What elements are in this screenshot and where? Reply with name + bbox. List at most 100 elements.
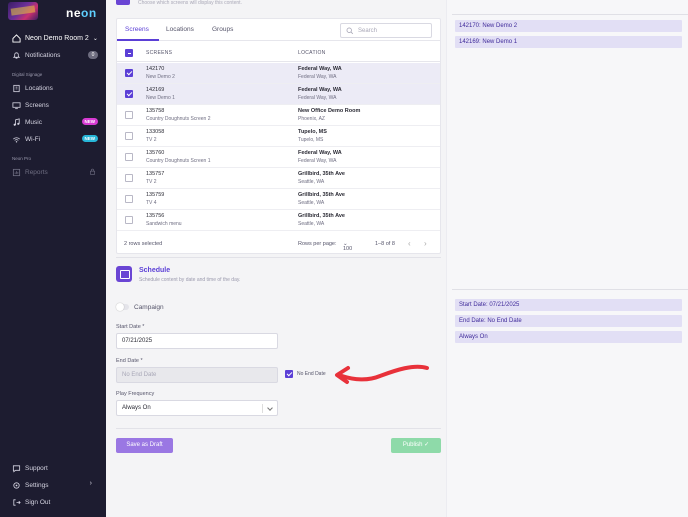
play-frequency-label: Play Frequency	[116, 391, 155, 397]
table-row[interactable]: 135760 Country Doughnuts Screen 1 Federa…	[117, 147, 440, 168]
publish-button[interactable]: Publish ✓	[391, 438, 441, 453]
sidebar-item-wifi[interactable]: Wi-Fi NEW	[12, 133, 100, 145]
actions-divider	[116, 428, 441, 429]
campaign-toggle[interactable]	[116, 303, 129, 311]
play-frequency-select[interactable]: Always On	[116, 400, 278, 416]
rows-per-page-select[interactable]: 100 ⌄	[343, 241, 352, 252]
end-date-label: End Date *	[116, 358, 143, 364]
annotation-arrow-icon	[335, 364, 429, 384]
prev-page-button[interactable]: ‹	[408, 239, 411, 248]
gear-icon	[13, 481, 20, 489]
row-checkbox[interactable]	[125, 153, 133, 161]
select-all-checkbox[interactable]	[125, 49, 133, 57]
row-checkbox[interactable]	[125, 111, 133, 119]
sidebar-item-label: Sign Out	[25, 498, 51, 506]
screens-step-caption: Choose which screens will display this c…	[138, 0, 242, 6]
bell-icon	[12, 51, 21, 59]
chat-icon	[12, 464, 21, 472]
table-row[interactable]: 142170 New Demo 2 Federal Way, WA Federa…	[117, 63, 440, 84]
save-draft-button[interactable]: Save as Draft	[116, 438, 173, 453]
sidebar-item-reports[interactable]: Reports	[12, 166, 100, 178]
no-end-date-checkbox[interactable]	[285, 370, 293, 378]
location-address: Phoenix, AZ	[298, 116, 325, 122]
screen-id: 135756	[146, 213, 165, 219]
row-checkbox[interactable]	[125, 132, 133, 140]
chevron-down-icon: ⌄	[92, 35, 98, 42]
sidebar-item-signout[interactable]: Sign Out	[12, 496, 100, 508]
table-row[interactable]: 133058 TV 2 Tupelo, MS Tupelo, MS	[117, 126, 440, 147]
rows-per-page-value: 100	[343, 246, 353, 252]
campaign-label: Campaign	[134, 304, 164, 311]
row-checkbox[interactable]	[125, 90, 133, 98]
screen-id: 135757	[146, 171, 165, 177]
screen-name: TV 2	[146, 137, 157, 143]
sidebar-item-music[interactable]: Music NEW	[12, 116, 100, 128]
sidebar-item-screens[interactable]: Screens	[12, 99, 100, 111]
column-header-location: LOCATION	[298, 50, 326, 56]
tab-bar: Screens Locations Groups Search	[117, 19, 440, 41]
tab-screens[interactable]: Screens	[125, 26, 149, 33]
sidebar-item-notifications[interactable]: Notifications 0	[12, 49, 100, 61]
location-address: Tupelo, MS	[298, 137, 324, 143]
row-checkbox[interactable]	[125, 69, 133, 77]
screen-name: New Demo 1	[146, 95, 175, 101]
location-address: Federal Way, WA	[298, 95, 337, 101]
location-name: Grillbird, 35th Ave	[298, 213, 345, 219]
next-page-button[interactable]: ›	[424, 239, 427, 248]
section-divider	[116, 257, 441, 258]
new-badge: NEW	[81, 135, 98, 142]
location-address: Seattle, WA	[298, 179, 325, 185]
section-label-neon-pro: Neon Pro	[12, 156, 32, 161]
sidebar-item-label: Screens	[25, 101, 49, 109]
table-row[interactable]: 135758 Country Doughnuts Screen 2 New Of…	[117, 105, 440, 126]
screen-name: Country Doughnuts Screen 1	[146, 158, 211, 164]
sidebar-item-label: Settings	[25, 481, 49, 489]
tab-groups[interactable]: Groups	[212, 26, 233, 33]
screen-id: 135760	[146, 150, 165, 156]
row-checkbox[interactable]	[125, 195, 133, 203]
org-switcher[interactable]: Neon Demo Room 2 ⌄	[12, 32, 100, 44]
sidebar-item-settings[interactable]: Settings ›	[12, 479, 100, 491]
wifi-icon	[13, 136, 20, 143]
start-date-label: Start Date *	[116, 324, 145, 330]
schedule-subtitle: Schedule content by date and time of the…	[139, 277, 241, 283]
location-address: Federal Way, WA	[298, 74, 337, 80]
row-checkbox[interactable]	[125, 216, 133, 224]
screen-name: Sandwich menu	[146, 221, 182, 227]
row-checkbox[interactable]	[125, 174, 133, 182]
summary-schedule-item: End Date: No End Date	[455, 315, 682, 327]
table-header: SCREENS LOCATION	[117, 44, 440, 62]
search-placeholder: Search	[358, 27, 378, 34]
rows-per-page-label: Rows per page:	[298, 241, 337, 247]
column-header-screens: SCREENS	[146, 50, 173, 56]
screen-name: Country Doughnuts Screen 2	[146, 116, 211, 122]
table-row[interactable]: 135756 Sandwich menu Grillbird, 35th Ave…	[117, 210, 440, 231]
building-icon	[13, 84, 20, 92]
screen-name: New Demo 2	[146, 74, 175, 80]
org-thumbnail[interactable]	[8, 2, 38, 20]
new-badge: NEW	[81, 118, 98, 125]
lock-icon	[90, 168, 95, 175]
summary-screen-item: 142169: New Demo 1	[455, 36, 682, 48]
table-row[interactable]: 135757 TV 2 Grillbird, 35th Ave Seattle,…	[117, 168, 440, 189]
sidebar-item-label: Music	[25, 118, 42, 126]
table-row[interactable]: 135759 TV 4 Grillbird, 35th Ave Seattle,…	[117, 189, 440, 210]
screen-id: 135759	[146, 192, 165, 198]
sidebar-item-label: Support	[25, 464, 48, 472]
org-name: Neon Demo Room 2	[25, 34, 89, 42]
table-row[interactable]: 142169 New Demo 1 Federal Way, WA Federa…	[117, 84, 440, 105]
tab-locations[interactable]: Locations	[166, 26, 194, 33]
notifications-count-badge: 0	[88, 51, 98, 59]
start-date-input[interactable]: 07/21/2025	[116, 333, 278, 349]
logo-area: neon	[0, 0, 106, 26]
calendar-icon	[116, 266, 132, 282]
summary-schedule-item: Always On	[455, 331, 682, 343]
summary-schedule-item: Start Date: 07/21/2025	[455, 299, 682, 311]
sidebar-item-support[interactable]: Support	[12, 462, 100, 474]
location-address: Federal Way, WA	[298, 158, 337, 164]
sidebar-item-locations[interactable]: Locations	[12, 82, 100, 94]
summary-panel	[446, 0, 688, 517]
search-input[interactable]: Search	[340, 23, 432, 38]
screen-id: 142170	[146, 66, 165, 72]
search-icon	[346, 27, 354, 34]
